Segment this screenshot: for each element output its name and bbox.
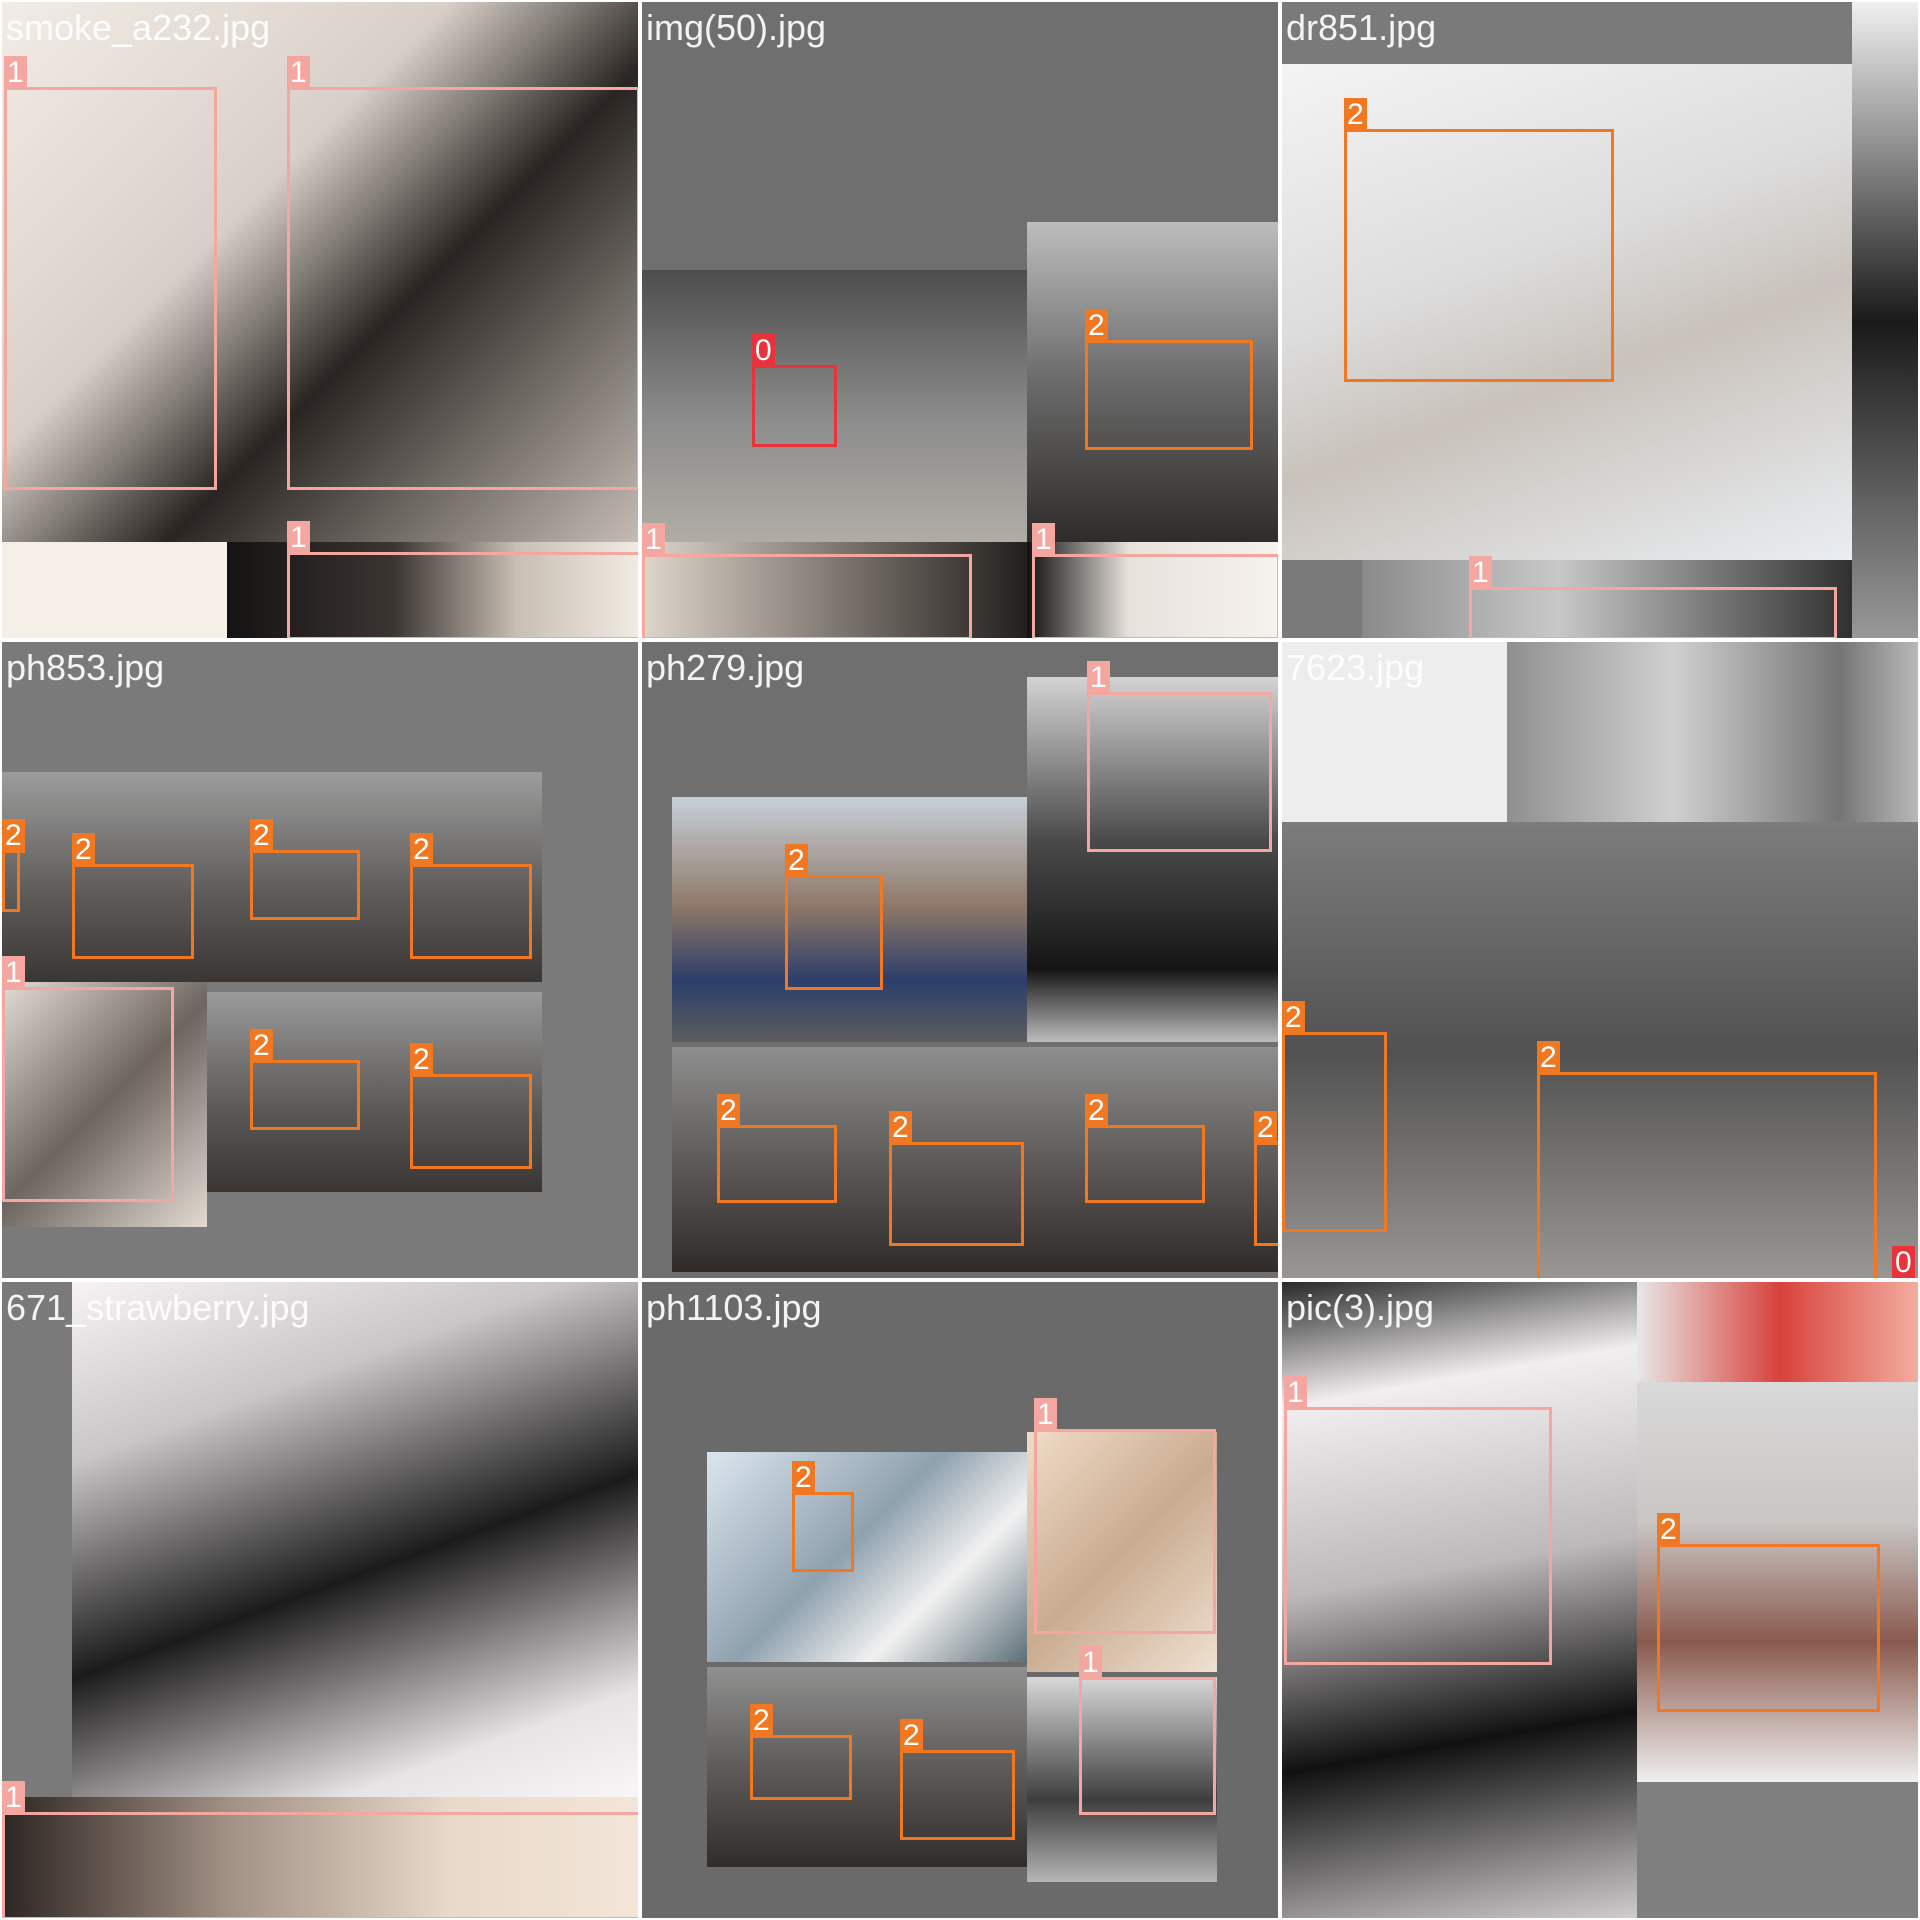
class-label: 1 [1034,1398,1057,1432]
class-label: 2 [250,1029,273,1063]
bounding-box: 2 [410,1043,532,1169]
image-crop [1507,642,1918,822]
bounding-box: 2 [410,833,532,959]
bounding-box: 1 [2,956,174,1202]
class-label: 1 [1032,523,1055,557]
class-label: 2 [1282,1001,1305,1035]
class-label: 1 [4,56,27,90]
image-filename: 671_strawberry.jpg [6,1287,310,1328]
bounding-box: 2 [717,1094,837,1203]
class-label: 1 [1284,1376,1307,1410]
mosaic-tile: 1 2 1 2 2 ph1103.jpg [640,1280,1280,1920]
class-label: 2 [900,1719,923,1753]
bounding-box: 2 [250,1029,360,1130]
class-label: 2 [1537,1041,1560,1075]
class-label: 1 [2,956,25,990]
class-label: 2 [750,1704,773,1738]
bounding-box: 2 [792,1461,854,1572]
image-filename: ph279.jpg [646,647,805,688]
image-filename: ph1103.jpg [646,1287,822,1328]
bounding-box: 2 [785,844,883,990]
bounding-box: 2 [1344,98,1614,382]
bounding-box: 2 [2,819,25,912]
bounding-box: 2 [889,1111,1024,1246]
bounding-box: 2 [1085,1094,1205,1203]
class-label: 1 [287,521,310,555]
class-label: 1 [1469,556,1492,590]
bounding-box: 1 [642,523,972,638]
class-label: 2 [1657,1513,1680,1547]
class-label: 2 [2,819,25,853]
image-crop [1637,1282,1918,1382]
mosaic-tile: 2 2 2 2 1 2 2 ph853.jpg [0,640,640,1280]
bounding-box: 1 [1284,1376,1552,1665]
bounding-box: 1 [2,1781,638,1918]
image-filename: ph853.jpg [6,647,165,688]
image-filename: smoke_a232.jpg [6,7,271,48]
class-label: 2 [785,844,808,878]
class-label: 2 [410,833,433,867]
bounding-box: 1 [1034,1398,1216,1634]
mosaic-tile: 2 2 0 7623.jpg [1280,640,1920,1280]
image-filename: dr851.jpg [1286,7,1437,48]
bounding-box: 1 [1087,661,1272,852]
image-filename: img(50).jpg [646,7,827,48]
mosaic-tile: 2 1 dr851.jpg [1280,0,1920,640]
bounding-box: 2 [1254,1111,1278,1246]
image-crop [707,1452,1027,1662]
class-label: 1 [1079,1646,1102,1680]
class-label: 2 [1344,98,1367,132]
class-label: 2 [410,1043,433,1077]
bounding-box: 2 [900,1719,1015,1840]
class-label: 0 [1892,1246,1915,1278]
class-label: 1 [2,1781,25,1815]
bounding-box: 0 [752,334,837,447]
mosaic-tile: 1 1 1 smoke_a232.jpg [0,0,640,640]
class-label: 2 [1085,1094,1108,1128]
class-label: 2 [72,833,95,867]
class-label: 2 [717,1094,740,1128]
bounding-box: 1 [1079,1646,1216,1815]
image-crop [1852,2,1918,638]
mosaic-tile: 0 2 1 1 img(50).jpg [640,0,1280,640]
mosaic-tile: 1 2 2 2 2 2 ph279.jpg [640,640,1280,1280]
bounding-box: 2 [1085,309,1253,450]
class-label: 2 [250,819,273,853]
bounding-box: 1 [1032,523,1278,638]
image-filename: pic(3).jpg [1286,1287,1435,1328]
image-filename: 7623.jpg [1286,647,1425,688]
bounding-box: 1 [4,56,217,490]
class-label: 1 [1087,661,1110,695]
bounding-box: 2 [750,1704,852,1800]
bounding-box: 1 [287,521,638,638]
bounding-box: 1 [287,56,638,490]
class-label: 1 [287,56,310,90]
mosaic-tile: 1 2 pic(3).jpg [1280,1280,1920,1920]
bounding-box: 2 [1282,1001,1387,1232]
mosaic-grid: 1 1 1 smoke_a232.jpg 0 2 1 1 img(50).jpg 2 1 dr851.… [0,0,1920,1920]
class-label: 2 [1254,1111,1277,1145]
image-crop [72,1282,638,1797]
bounding-box: 2 [1537,1041,1877,1278]
bounding-box: 2 [1657,1513,1880,1712]
bounding-box: 2 [250,819,360,920]
mosaic-tile: 1 671_strawberry.jpg [0,1280,640,1920]
bounding-box: 1 [1469,556,1837,638]
class-label: 1 [642,523,665,557]
class-label: 2 [889,1111,912,1145]
image-crop [2,542,227,638]
class-label: 2 [792,1461,815,1495]
class-label: 2 [1085,309,1108,343]
class-label: 0 [752,334,775,368]
bounding-box: 2 [72,833,194,959]
